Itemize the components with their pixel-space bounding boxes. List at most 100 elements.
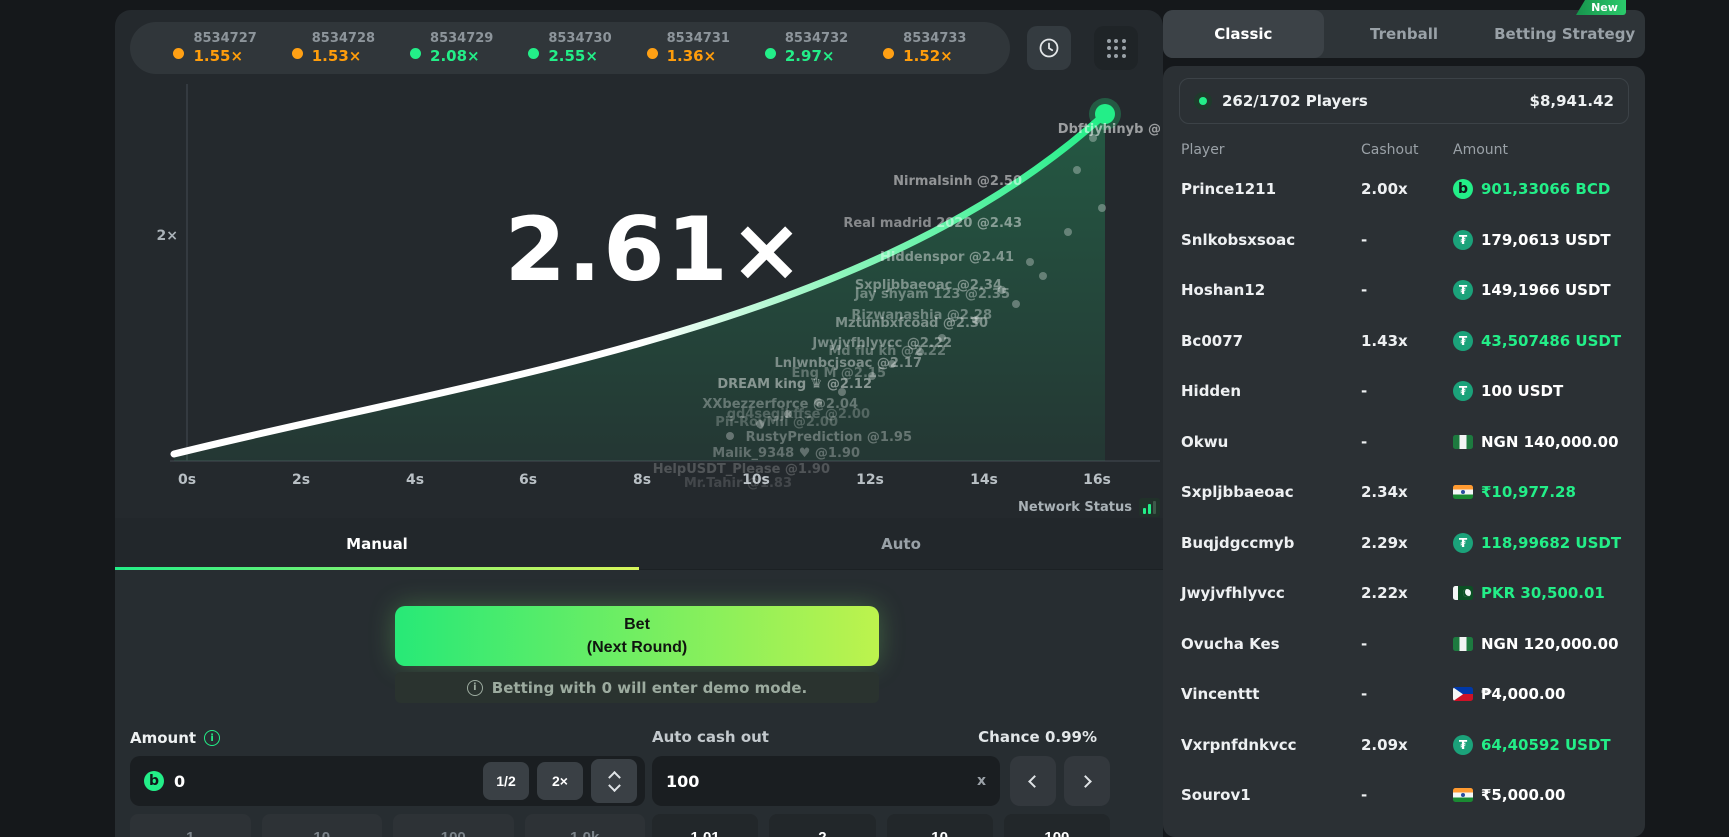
tab-trenball[interactable]: Trenball	[1324, 10, 1485, 58]
table-row: Prince1211 2.00x b 901,33066 BCD	[1179, 164, 1629, 215]
cashout-label: Mztunbxfcoad @2.30	[835, 316, 988, 331]
cashout-label: RustyPrediction @1.95	[746, 430, 912, 445]
bcd-coin-icon: b	[144, 771, 164, 791]
table-row: Sxpljbbaeoac 2.34x ₹10,977.28	[1179, 467, 1629, 518]
table-row: Ovucha Kes - NGN 120,000.00	[1179, 619, 1629, 670]
double-amount-button[interactable]: 2×	[537, 762, 583, 800]
crash-game-page: 85347271.55× 85347281.53× 85347292.08× 8…	[0, 0, 1729, 837]
table-row: Hidden - ₮ 100 USDT	[1179, 366, 1629, 417]
tab-classic[interactable]: Classic	[1163, 10, 1324, 58]
table-row: Snlkobsxsoac - ₮ 179,0613 USDT	[1179, 215, 1629, 266]
bet-button[interactable]: Bet (Next Round)	[395, 606, 879, 666]
history-round[interactable]: 85347271.55×	[173, 31, 256, 65]
network-status: Network Status	[115, 498, 1160, 517]
table-row: Jwyjvfhlyvcc 2.22x PKR 30,500.01	[1179, 568, 1629, 619]
info-icon: i	[467, 680, 483, 696]
players-table-header: Player Cashout Amount	[1179, 124, 1629, 164]
current-multiplier: 2.61×	[430, 198, 880, 301]
new-badge: New	[1576, 0, 1626, 15]
pool-total: $8,941.42	[1530, 92, 1614, 110]
result-dot-icon	[410, 48, 421, 59]
usdt-coin-icon: ₮	[1453, 533, 1473, 553]
result-dot-icon	[173, 48, 184, 59]
cashout-label: DREAM king ♛ @2.12	[717, 377, 872, 392]
usdt-coin-icon: ₮	[1453, 331, 1473, 351]
players-count: 262/1702 Players	[1222, 92, 1368, 110]
chance-label: Chance 0.99%	[978, 728, 1097, 746]
quick-multiplier-button[interactable]: 10	[887, 814, 993, 837]
table-row: Okwu - NGN 140,000.00	[1179, 417, 1629, 468]
auto-cashout-input[interactable]: 100 x	[652, 756, 1000, 806]
x-tick: 14s	[964, 472, 1004, 488]
nigeria-flag-icon	[1453, 637, 1473, 651]
quick-multiplier-button[interactable]: 2	[769, 814, 875, 837]
cashout-label: Mr.Tahir @1.83	[684, 476, 792, 491]
bcd-coin-icon: b	[1453, 179, 1473, 199]
result-dot-icon	[883, 48, 894, 59]
result-dot-icon	[647, 48, 658, 59]
round-summary: 262/1702 Players $8,941.42	[1179, 78, 1629, 124]
result-dot-icon	[292, 48, 303, 59]
tab-manual[interactable]: Manual	[115, 518, 639, 569]
x-tick: 12s	[850, 472, 890, 488]
x-tick: 0s	[167, 472, 207, 488]
cashout-decrease-button[interactable]	[1010, 756, 1056, 806]
amount-info-icon[interactable]: i	[204, 730, 220, 746]
crash-chart: 2.61× 2× 0s 2s 4s 6s 8s 10s 12s 14s 16s …	[130, 80, 1160, 510]
round-history-bar: 85347271.55× 85347281.53× 85347292.08× 8…	[130, 22, 1010, 74]
cashout-label: Dbftjyhinyb @2	[1058, 122, 1160, 137]
bet-controls-section: Manual Auto Bet (Next Round) i Betting w…	[115, 518, 1163, 837]
result-dot-icon	[528, 48, 539, 59]
cashout-label: Malik_9348 ♥ @1.90	[712, 446, 860, 461]
tab-auto[interactable]: Auto	[639, 518, 1163, 569]
usdt-coin-icon: ₮	[1453, 280, 1473, 300]
quick-amount-button[interactable]: 100	[393, 814, 514, 837]
cashout-increase-button[interactable]	[1064, 756, 1110, 806]
players-panel: 262/1702 Players $8,941.42 Player Cashou…	[1163, 66, 1645, 837]
history-round[interactable]: 85347331.52×	[883, 31, 966, 65]
step-down-icon	[608, 779, 621, 792]
clock-icon	[1037, 36, 1061, 60]
history-round[interactable]: 85347302.55×	[528, 31, 611, 65]
nigeria-flag-icon	[1453, 435, 1473, 449]
bet-mode-tabs: Manual Auto	[115, 518, 1163, 570]
network-status-label: Network Status	[1018, 500, 1132, 515]
half-amount-button[interactable]: 1/2	[483, 762, 529, 800]
usdt-coin-icon: ₮	[1453, 735, 1473, 755]
network-bars-icon	[1139, 498, 1160, 517]
history-clock-button[interactable]	[1027, 26, 1071, 70]
tab-betting-strategy[interactable]: Betting Strategy	[1484, 10, 1645, 58]
column-player: Player	[1181, 142, 1361, 158]
history-round[interactable]: 85347292.08×	[410, 31, 493, 65]
active-tab-underline	[115, 567, 639, 570]
x-tick: 16s	[1077, 472, 1117, 488]
amount-input[interactable]: b 0 1/2 2×	[130, 756, 645, 806]
history-round[interactable]: 85347311.36×	[647, 31, 730, 65]
table-row: Sourov1 - ₹5,000.00	[1179, 770, 1629, 821]
game-panel: 85347271.55× 85347281.53× 85347292.08× 8…	[115, 10, 1163, 837]
quick-amount-button[interactable]: 1.0k	[525, 814, 646, 837]
quick-multiplier-button[interactable]: 100	[1004, 814, 1110, 837]
x-tick: 2s	[281, 472, 321, 488]
table-row: Vxrpnfdnkvcc 2.09x ₮ 64,40592 USDT	[1179, 720, 1629, 771]
grid-menu-button[interactable]	[1094, 26, 1138, 70]
cashout-label: Hiddenspor @2.41	[880, 250, 1014, 265]
amount-stepper[interactable]	[591, 759, 637, 803]
auto-cashout-label: Auto cash out	[652, 728, 769, 746]
game-mode-tabs: Classic Trenball Betting Strategy	[1163, 10, 1645, 58]
curve-endpoint-dot	[1095, 104, 1115, 124]
amount-value: 0	[174, 772, 475, 791]
table-row: Bc0077 1.43x ₮ 43,507486 USDT	[1179, 316, 1629, 367]
history-round[interactable]: 85347281.53×	[292, 31, 375, 65]
demo-mode-note: i Betting with 0 will enter demo mode.	[395, 672, 879, 703]
quick-multiplier-button[interactable]: 1.01	[652, 814, 758, 837]
history-round[interactable]: 85347322.97×	[765, 31, 848, 65]
result-dot-icon	[765, 48, 776, 59]
column-amount: Amount	[1453, 142, 1627, 158]
quick-amount-button[interactable]: 10	[262, 814, 383, 837]
quick-amount-button[interactable]: 1	[130, 814, 251, 837]
india-flag-icon	[1453, 788, 1473, 802]
cashout-label: Jay shyam 123 @2.35	[855, 287, 1010, 302]
cashout-label: Pii-RoyMii @2.00	[715, 415, 838, 430]
quick-amount-row: 1 10 100 1.0k	[130, 814, 645, 837]
